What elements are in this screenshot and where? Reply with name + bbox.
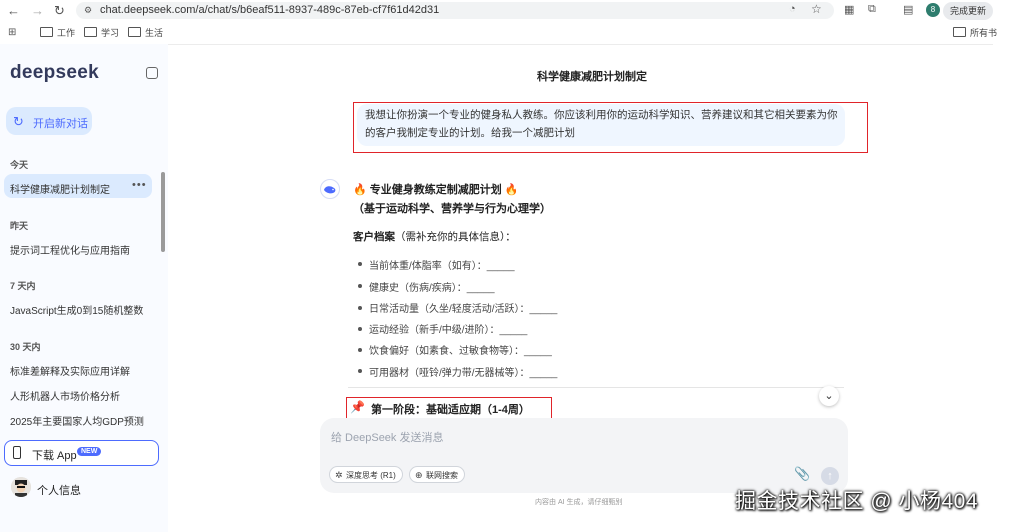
bullet [358,327,362,331]
back-icon[interactable]: ← [7,3,20,18]
profile-item: 可用器材（哑铃/弹力带/无器械等）：_____ [369,368,558,379]
forward-icon[interactable]: → [31,3,44,18]
extensions-icon[interactable]: ⧉ [868,3,876,16]
more-options-icon[interactable]: ••• [132,179,147,191]
chat-item-prompt[interactable]: 提示词工程优化与应用指南 [10,242,130,257]
speed-icon[interactable]: ◔ [789,3,796,15]
watermark: 掘金技术社区 @ 小杨404 [735,490,979,513]
section-today: 今天 [10,160,29,170]
url-text: chat.deepseek.com/a/chat/s/b6eaf511-8937… [100,4,440,16]
deepseek-whale-icon [320,179,340,199]
chat-item-robot[interactable]: 人形机器人市场价格分析 [10,388,120,403]
avatar-image [11,477,31,497]
bookmark-folder-life[interactable]: 生活 [128,26,163,39]
folder-icon [128,27,141,37]
bookmark-folder-work[interactable]: 工作 [40,26,75,39]
profile-item: 健康史（伤病/疾病）：_____ [369,283,495,294]
bullet [358,306,362,310]
chat-item-weight-loss[interactable]: 科学健康减肥计划制定 [10,181,110,196]
apps-icon[interactable]: ⊞ [8,27,16,38]
star-icon[interactable]: ☆ [811,2,822,16]
right-margin [993,44,1031,532]
phone-icon [13,446,21,459]
qr-icon[interactable]: ▦ [844,3,854,16]
divider [348,387,844,388]
folder-icon [84,27,97,37]
highlight-box-stage [346,397,552,420]
new-badge: NEW [77,447,102,456]
profile-title: 客户档案 [353,231,395,243]
profile-avatar[interactable]: 8 [926,3,940,17]
chat-item-gdp[interactable]: 2025年主要国家人均GDP预测 [10,413,144,428]
highlight-box-prompt [353,102,868,153]
profile-item: 当前体重/体脂率（如有）：_____ [369,261,515,272]
reload-icon[interactable]: ↻ [54,3,65,19]
bookmark-folder-all[interactable]: 所有书 [953,26,997,39]
reading-list-icon[interactable]: ▤ [903,3,913,16]
disclaimer: 内容由 AI 生成，请仔细甄别 [535,499,623,506]
scroll-down-icon[interactable]: ⌄ [819,386,839,406]
client-profile-label: 客户档案（需补充你的具体信息）： [353,229,516,244]
folder-icon [40,27,53,37]
section-yesterday: 昨天 [10,221,29,231]
section-7days: 7 天内 [10,281,36,291]
bullet [358,369,362,373]
profile-item: 日常活动量（久坐/轻度活动/活跃）：_____ [369,304,558,315]
collapse-sidebar-icon[interactable] [146,67,158,79]
send-button[interactable]: ↑ [821,467,839,485]
response-heading: 🔥 专业健身教练定制减肥计划 🔥 [353,184,519,196]
update-button[interactable]: 完成更新 [943,2,993,20]
globe-icon: ⊕ [415,470,423,480]
atom-icon: ✲ [335,470,343,480]
user-avatar[interactable] [11,477,31,497]
new-chat-icon: ↻ [13,114,24,129]
chat-item-js[interactable]: JavaScript生成0到15随机整数 [10,302,143,317]
download-app-label: 下载 App [32,450,77,462]
chat-title: 科学健康减肥计划制定 [537,71,647,83]
section-30days: 30 天内 [10,342,41,352]
response-subheading: （基于运动科学、营养学与行为心理学） [353,203,551,215]
profile-hint: （需补充你的具体信息）： [395,231,516,243]
attach-icon[interactable]: 📎 [794,466,810,482]
sidebar-scrollbar[interactable] [161,172,165,252]
bullet [358,348,362,352]
deep-think-toggle[interactable]: ✲ 深度思考 (R1) [329,466,403,483]
deepseek-logo: deepseek [10,62,100,83]
site-info-icon[interactable]: ⚙ [84,5,92,16]
whale-icon [324,186,336,194]
input-placeholder: 给 DeepSeek 发送消息 [331,432,444,444]
new-chat-label: 开启新对话 [33,118,88,130]
profile-label[interactable]: 个人信息 [37,482,81,498]
profile-item: 运动经验（新手/中级/进阶）：_____ [369,325,528,336]
chat-item-stddev[interactable]: 标准差解释及实际应用详解 [10,363,130,378]
bullet [358,262,362,266]
folder-icon [953,27,966,37]
bullet [358,284,362,288]
web-search-toggle[interactable]: ⊕ 联网搜索 [409,466,465,483]
profile-item: 饮食偏好（如素食、过敏食物等）：_____ [369,346,552,357]
bookmark-folder-study[interactable]: 学习 [84,26,119,39]
